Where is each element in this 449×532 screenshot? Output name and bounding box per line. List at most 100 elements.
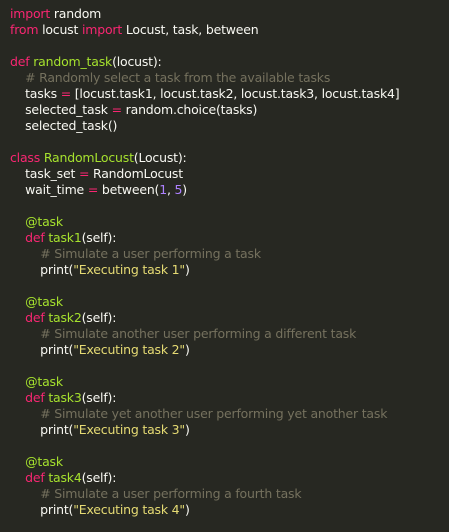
code-token: ) (184, 502, 190, 517)
code-token: ) (182, 182, 187, 197)
code-line[interactable]: ​ (10, 134, 449, 150)
code-line[interactable]: # Simulate another user performing a dif… (10, 326, 449, 342)
code-token: , (166, 182, 175, 197)
code-token: task1 (48, 230, 82, 245)
code-line[interactable]: # Simulate yet another user performing y… (10, 406, 449, 422)
code-token: @task (25, 214, 63, 229)
code-line[interactable]: @task (10, 454, 449, 470)
code-token: @task (25, 374, 63, 389)
code-token: "Executing task 2" (73, 342, 185, 357)
code-token: # Simulate a user performing a fourth ta… (40, 486, 302, 501)
code-token: random.choice(tasks) (121, 102, 258, 117)
code-token: print( (10, 422, 74, 437)
code-token: task3 (48, 390, 82, 405)
code-line[interactable]: task_set = RandomLocust (10, 166, 449, 182)
code-token: "Executing task 4" (73, 502, 185, 517)
code-token: # Simulate yet another user performing y… (40, 406, 388, 421)
code-token: task_set (10, 166, 79, 181)
code-line[interactable]: tasks = [locust.task1, locust.task2, loc… (10, 86, 449, 102)
code-token: def (25, 310, 45, 325)
code-token: RandomLocust (43, 150, 134, 165)
code-token: = (60, 86, 71, 101)
code-token: selected_task (10, 102, 112, 117)
code-token: # Simulate a user performing a task (40, 246, 261, 261)
code-token: random_task (33, 54, 113, 69)
code-line[interactable]: # Simulate a user performing a fourth ta… (10, 486, 449, 502)
code-line[interactable]: print("Executing task 3") (10, 422, 449, 438)
code-token: random (50, 6, 102, 21)
code-line[interactable]: def task3(self): (10, 390, 449, 406)
code-line[interactable]: selected_task() (10, 118, 449, 134)
code-token: selected_task() (10, 118, 118, 133)
code-token: = (111, 102, 122, 117)
code-token: (Locust): (133, 150, 187, 165)
code-line[interactable]: @task (10, 294, 449, 310)
code-token: = (87, 182, 99, 197)
code-line[interactable]: def random_task(locust): (10, 54, 449, 70)
code-line[interactable]: def task4(self): (10, 470, 449, 486)
code-line[interactable]: @task (10, 214, 449, 230)
code-token: # Simulate another user performing a dif… (40, 326, 357, 341)
code-editor[interactable]: import random from locust import Locust, … (0, 0, 449, 532)
code-token: between( (98, 182, 160, 197)
code-token: task2 (48, 310, 82, 325)
code-token: task4 (48, 470, 82, 485)
code-token: import (10, 6, 51, 21)
code-line[interactable]: ​ (10, 438, 449, 454)
code-token: = (78, 166, 90, 181)
code-token: ) (184, 342, 190, 357)
code-line[interactable]: ​ (10, 358, 449, 374)
code-token: print( (10, 502, 74, 517)
code-token: locust (38, 22, 82, 37)
code-line[interactable]: # Simulate a user performing a task (10, 246, 449, 262)
code-token: (locust): (112, 54, 162, 69)
code-line[interactable]: import random (10, 6, 449, 22)
code-token: (self): (81, 310, 117, 325)
code-token: def (10, 54, 30, 69)
code-line[interactable]: ​ (10, 198, 449, 214)
code-token: # Randomly select a task from the availa… (25, 70, 331, 85)
code-token: RandomLocust (89, 166, 183, 181)
code-token: (self): (81, 230, 117, 245)
code-token: class (10, 150, 41, 165)
code-token: (self): (81, 470, 117, 485)
code-token: def (25, 390, 45, 405)
code-line[interactable]: ​ (10, 278, 449, 294)
code-token: Locust, task, between (122, 22, 259, 37)
code-line[interactable]: # Randomly select a task from the availa… (10, 70, 449, 86)
code-line[interactable]: @task (10, 374, 449, 390)
code-token: def (25, 230, 45, 245)
code-line[interactable]: def task1(self): (10, 230, 449, 246)
code-line[interactable]: wait_time = between(1, 5) (10, 182, 449, 198)
code-token: @task (25, 294, 63, 309)
code-line[interactable]: class RandomLocust(Locust): (10, 150, 449, 166)
code-token: ) (184, 262, 190, 277)
code-line[interactable]: print("Executing task 1") (10, 262, 449, 278)
code-line[interactable]: selected_task = random.choice(tasks) (10, 102, 449, 118)
code-token: print( (10, 262, 74, 277)
code-line[interactable]: print("Executing task 2") (10, 342, 449, 358)
code-token: [locust.task1, locust.task2, locust.task… (70, 86, 400, 101)
code-token: import (81, 22, 123, 37)
code-token: print( (10, 342, 74, 357)
code-token: 1 (159, 182, 167, 197)
code-line[interactable]: ​ (10, 38, 449, 54)
code-line[interactable]: from locust import Locust, task, between (10, 22, 449, 38)
code-token: @task (25, 454, 63, 469)
code-line[interactable]: def task2(self): (10, 310, 449, 326)
code-line[interactable]: print("Executing task 4") (10, 502, 449, 518)
code-token: "Executing task 3" (73, 422, 185, 437)
code-token: (self): (81, 390, 117, 405)
code-token: def (25, 470, 45, 485)
